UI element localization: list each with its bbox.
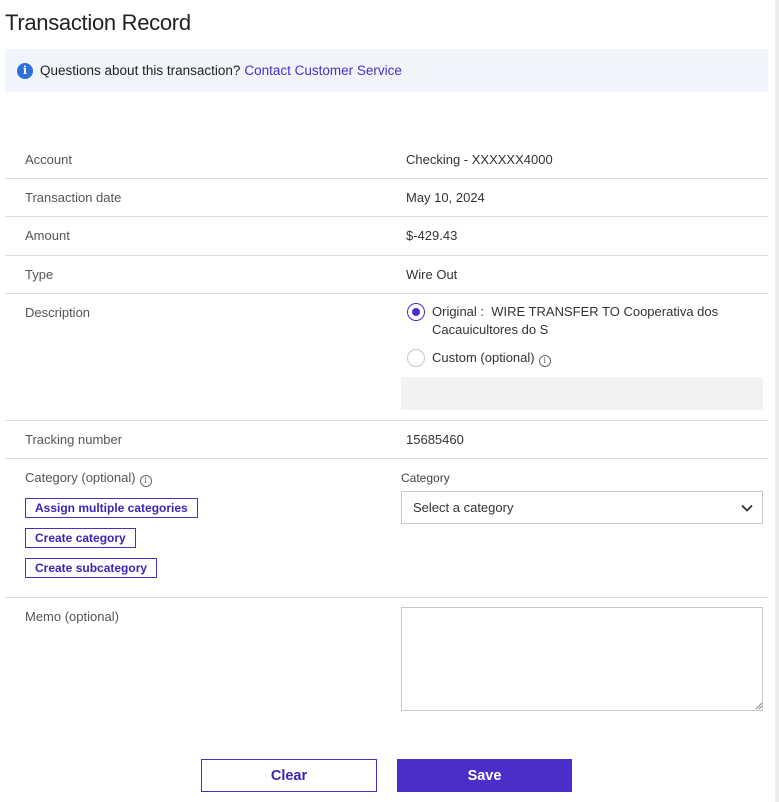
- tracking-number-value: 15685460: [406, 432, 464, 447]
- info-banner: i Questions about this transaction? Cont…: [5, 49, 768, 92]
- type-row: Type Wire Out: [5, 256, 768, 294]
- amount-row: Amount $-429.43: [5, 217, 768, 256]
- category-row: Category (optional) i Assign multiple cat…: [5, 459, 768, 598]
- create-category-button[interactable]: Create category: [25, 528, 136, 548]
- info-icon: i: [17, 62, 33, 79]
- tracking-number-row: Tracking number 15685460: [5, 421, 768, 459]
- transaction-date-row: Transaction date May 10, 2024: [5, 179, 768, 217]
- account-label: Account: [25, 152, 72, 167]
- create-subcategory-button[interactable]: Create subcategory: [25, 558, 158, 578]
- description-custom-radio[interactable]: [407, 349, 425, 367]
- tracking-number-label: Tracking number: [25, 432, 123, 447]
- memo-label: Memo (optional): [25, 609, 119, 624]
- memo-textarea[interactable]: [401, 607, 763, 711]
- category-label: Category (optional) i: [25, 470, 152, 487]
- clear-button[interactable]: Clear: [201, 759, 377, 792]
- custom-description-input[interactable]: [401, 377, 763, 410]
- save-button[interactable]: Save: [397, 759, 572, 792]
- resize-grip-icon[interactable]: [755, 702, 763, 710]
- category-select-value: Select a category: [413, 500, 514, 515]
- description-label: Description: [25, 305, 91, 320]
- category-select[interactable]: Select a category: [401, 491, 763, 524]
- info-circle-icon[interactable]: i: [538, 355, 551, 367]
- description-original-radio[interactable]: [407, 303, 425, 321]
- info-circle-icon[interactable]: i: [139, 474, 152, 487]
- chevron-down-icon: [741, 504, 753, 512]
- amount-value: $-429.43: [406, 228, 458, 243]
- transaction-date-label: Transaction date: [25, 190, 122, 205]
- page-title: Transaction Record: [5, 10, 191, 35]
- type-value: Wire Out: [406, 267, 458, 282]
- transaction-date-value: May 10, 2024: [406, 190, 485, 205]
- amount-label: Amount: [25, 228, 70, 243]
- type-label: Type: [25, 267, 54, 282]
- description-original-text: Original : WIRE TRANSFER TO Cooperativa …: [432, 304, 719, 337]
- contact-customer-service-link[interactable]: Contact Customer Service: [244, 63, 402, 78]
- category-select-label: Category: [401, 471, 450, 485]
- scrollbar[interactable]: [775, 0, 779, 802]
- description-custom-text: Custom (optional) i: [432, 349, 551, 367]
- account-value: Checking - XXXXXX4000: [406, 152, 553, 167]
- assign-multiple-categories-button[interactable]: Assign multiple categories: [25, 498, 198, 518]
- banner-text: Questions about this transaction?: [40, 63, 241, 78]
- account-row: Account Checking - XXXXXX4000: [5, 140, 768, 179]
